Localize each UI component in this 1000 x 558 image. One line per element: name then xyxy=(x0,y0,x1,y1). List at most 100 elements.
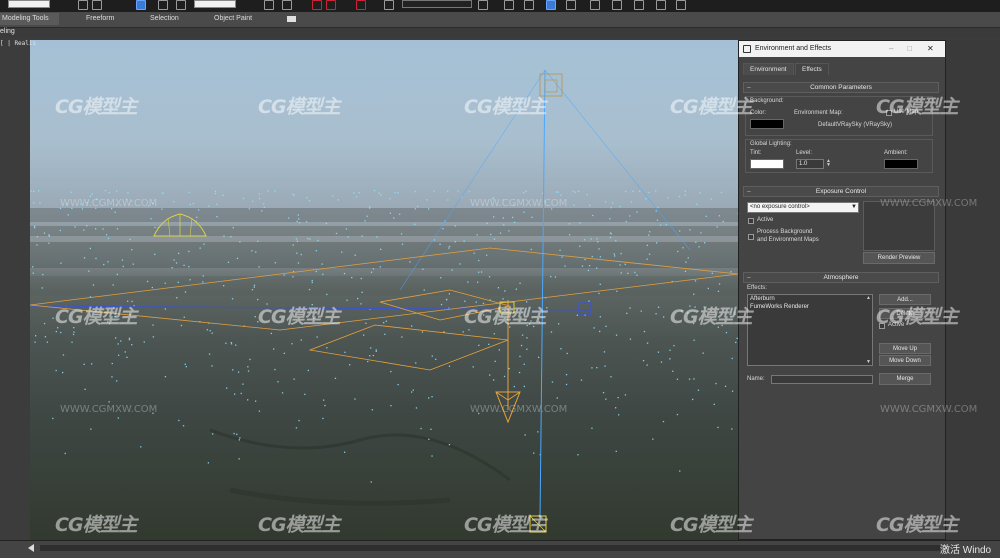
ribbon: Modeling Tools Freeform Selection Object… xyxy=(0,12,1000,28)
list-item[interactable]: FumeWorks Renderer xyxy=(748,303,872,311)
exposure-active-label: Active xyxy=(757,217,774,223)
ambient-label: Ambient: xyxy=(884,150,908,156)
delete-effect-button[interactable]: Delete xyxy=(879,308,931,319)
tint-color-swatch[interactable] xyxy=(750,159,784,169)
spinner-arrows-icon[interactable]: ▲ ▼ xyxy=(826,159,831,168)
select-region-icon[interactable] xyxy=(92,0,102,10)
app-icon xyxy=(743,45,751,53)
percent-snap-icon[interactable] xyxy=(356,0,366,10)
exposure-control-dropdown[interactable]: <no exposure control> ▼ xyxy=(747,202,859,213)
spinner-snap-icon[interactable] xyxy=(384,0,394,10)
effects-label: Effects: xyxy=(747,285,767,291)
maximize-icon[interactable]: □ xyxy=(907,44,912,53)
time-slider-bar xyxy=(0,540,1000,558)
collapse-icon: – xyxy=(747,188,751,195)
chevron-down-icon: ▼ xyxy=(851,204,857,210)
rollout-common-parameters[interactable]: – Common Parameters xyxy=(743,82,939,93)
level-spinner[interactable]: 1.0 ▲ ▼ xyxy=(796,159,831,169)
exposure-active-checkbox[interactable] xyxy=(748,218,754,224)
ribbon-panel-label[interactable]: eling xyxy=(0,28,15,35)
name-label: Name: xyxy=(747,376,765,382)
ribbon-panel: eling xyxy=(0,28,1000,38)
main-toolbar xyxy=(0,0,1000,12)
tab-selection[interactable]: Selection xyxy=(150,15,179,22)
process-background-label: Process Background xyxy=(757,229,813,235)
merge-button[interactable]: Merge xyxy=(879,373,931,385)
snap-toggle-icon[interactable] xyxy=(312,0,322,10)
dialog-title-bar[interactable]: Environment and Effects – □ ✕ xyxy=(739,41,945,57)
color-label: Color: xyxy=(750,110,767,116)
curve-editor-icon[interactable] xyxy=(566,0,576,10)
process-background-checkbox[interactable] xyxy=(748,234,754,240)
time-slider-prev-icon[interactable] xyxy=(28,544,34,552)
rollout-title: Atmosphere xyxy=(823,274,859,281)
close-icon[interactable]: ✕ xyxy=(927,44,934,53)
rotate-icon[interactable] xyxy=(158,0,168,10)
global-lighting-label: Global Lighting: xyxy=(750,141,792,147)
material-editor-icon[interactable] xyxy=(612,0,622,10)
rendered-frame-icon[interactable] xyxy=(656,0,666,10)
render-production-icon[interactable] xyxy=(676,0,686,10)
viewport-label[interactable]: [ | Realis xyxy=(0,40,36,47)
selection-set-field[interactable] xyxy=(8,0,50,8)
schematic-view-icon[interactable] xyxy=(590,0,600,10)
list-item[interactable]: Afterburn xyxy=(748,295,872,303)
rollout-title: Common Parameters xyxy=(810,84,872,91)
layer-icon[interactable] xyxy=(524,0,534,10)
command-panel xyxy=(946,40,1000,540)
ribbon-options-icon[interactable] xyxy=(287,16,296,22)
time-slider-track[interactable] xyxy=(40,545,940,551)
tab-effects[interactable]: Effects xyxy=(795,63,829,75)
mirror-icon[interactable] xyxy=(478,0,488,10)
tab-environment[interactable]: Environment xyxy=(743,63,794,75)
scroll-up-icon[interactable]: ▲ xyxy=(866,295,871,301)
select-manipulate-icon[interactable] xyxy=(282,0,292,10)
scale-icon[interactable] xyxy=(176,0,186,10)
rollout-title: Exposure Control xyxy=(815,188,867,195)
scroll-down-icon[interactable]: ▼ xyxy=(866,359,871,365)
process-background-label-2: and Environment Maps xyxy=(757,237,819,243)
background-group: Background: Color: Environment Map: Use … xyxy=(745,96,933,136)
named-selection-field[interactable] xyxy=(402,0,472,8)
viewport-scene xyxy=(30,69,738,533)
use-map-checkbox[interactable] xyxy=(886,110,892,116)
level-label: Level: xyxy=(796,150,813,156)
env-map-label: Environment Map: xyxy=(794,110,843,116)
perspective-viewport[interactable] xyxy=(30,40,738,540)
environment-effects-dialog: Environment and Effects – □ ✕ Environmen… xyxy=(738,40,946,540)
rollout-atmosphere[interactable]: – Atmosphere xyxy=(743,272,939,283)
activate-windows-text: 激活 Windo xyxy=(940,545,992,556)
link-icon[interactable] xyxy=(78,0,88,10)
atmosphere-active-checkbox[interactable] xyxy=(879,323,885,329)
move-up-button[interactable]: Move Up xyxy=(879,343,931,354)
env-map-button[interactable]: DefaultVRaySky (VRaySky) xyxy=(818,122,892,128)
use-map-label: Use Map xyxy=(894,109,919,115)
effect-name-field[interactable] xyxy=(771,375,873,384)
pivot-icon[interactable] xyxy=(264,0,274,10)
atmosphere-active-label: Active xyxy=(888,322,905,328)
background-label: Background: xyxy=(750,98,784,104)
tab-modeling-tools[interactable]: Modeling Tools xyxy=(0,13,59,25)
scene-explorer-icon[interactable] xyxy=(546,0,556,10)
tab-freeform[interactable]: Freeform xyxy=(86,15,114,22)
minimize-icon[interactable]: – xyxy=(889,44,893,53)
reference-coord-field[interactable] xyxy=(194,0,236,8)
exposure-preview-box xyxy=(863,201,935,251)
render-preview-button[interactable]: Render Preview xyxy=(863,252,935,264)
ambient-color-swatch[interactable] xyxy=(884,159,918,169)
rollout-exposure-control[interactable]: – Exposure Control xyxy=(743,186,939,197)
dialog-tabs: Environment Effects xyxy=(739,61,945,75)
collapse-icon: – xyxy=(747,274,751,281)
level-value: 1.0 xyxy=(799,161,808,167)
background-color-swatch[interactable] xyxy=(750,119,784,129)
collapse-icon: – xyxy=(747,84,751,91)
align-icon[interactable] xyxy=(504,0,514,10)
select-object-icon[interactable] xyxy=(136,0,146,10)
move-down-button[interactable]: Move Down xyxy=(879,355,931,366)
tab-object-paint[interactable]: Object Paint xyxy=(214,15,252,22)
atmosphere-effects-list[interactable]: Afterburn FumeWorks Renderer ▲ ▼ xyxy=(747,294,873,366)
render-setup-icon[interactable] xyxy=(634,0,644,10)
angle-snap-icon[interactable] xyxy=(326,0,336,10)
add-effect-button[interactable]: Add... xyxy=(879,294,931,305)
tint-label: Tint: xyxy=(750,150,762,156)
